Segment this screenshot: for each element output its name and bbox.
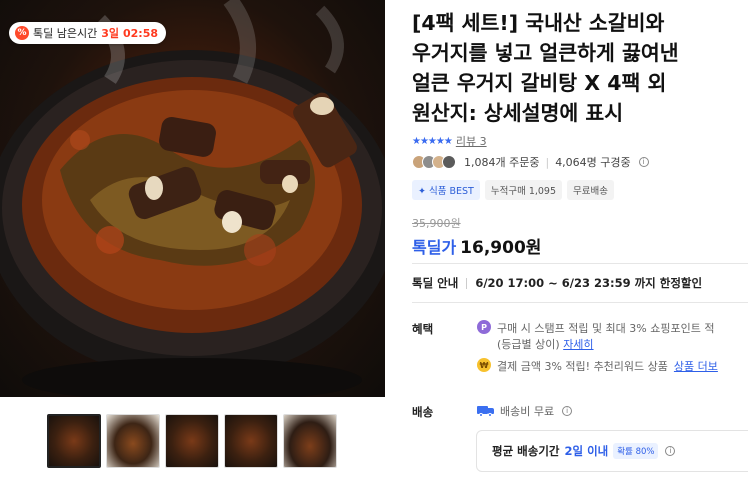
product-title-line: 우거지를 넣고 얼큰하게 끓여낸	[412, 41, 679, 65]
star-rating-icon: ★★★★★	[412, 135, 453, 147]
won-icon: ₩	[477, 358, 491, 372]
deal-timer-label: 톡딜 남은시간	[33, 27, 98, 40]
avg-delivery-value: 2일 이내	[564, 444, 609, 458]
divider	[412, 302, 748, 303]
buyer-avatars	[412, 155, 456, 169]
divider	[466, 277, 468, 289]
divider	[412, 263, 748, 264]
sale-price: 16,900원	[460, 238, 542, 258]
main-product-image: % 톡딜 남은시간 3일 02:58	[0, 0, 385, 397]
thumbnail-5[interactable]	[283, 414, 337, 468]
divider: |	[545, 155, 550, 169]
benefit-line: 결제 금액 3% 적립! 추천리워드 상품	[497, 360, 668, 373]
delivery-probability-badge: 확률 80%	[613, 443, 659, 459]
stats-row: 1,084개 주문중 | 4,064명 구경중 i	[412, 154, 649, 170]
thumbnail-2[interactable]	[106, 414, 160, 468]
tag-free-shipping: 무료배송	[567, 180, 614, 200]
thumbnail-4[interactable]	[224, 414, 278, 468]
deal-timer-days: 3일	[101, 27, 119, 40]
tag-label: 식품 BEST	[428, 186, 474, 197]
benefit-line: (등급별 상이)	[497, 338, 560, 351]
more-products-link[interactable]: 상품 더보	[674, 358, 718, 374]
info-icon[interactable]: i	[638, 157, 649, 167]
product-title-line: 얼큰 우거지 갈비탕 X 4팩 외	[412, 71, 667, 95]
details-link[interactable]: 자세히	[563, 338, 593, 351]
avg-delivery-label: 평균 배송기간	[492, 444, 560, 458]
shipping-label: 배송	[412, 405, 434, 419]
order-count: 1,084개 주문중	[464, 156, 540, 169]
tags-row: ✦ 식품 BEST 누적구매 1,095 무료배송	[412, 180, 614, 200]
product-title: [4팩 세트!] 국내산 소갈비와 우거지를 넣고 얼큰하게 끓여낸 얼큰 우거…	[412, 8, 748, 128]
percent-icon: %	[15, 26, 29, 40]
review-link[interactable]: 리뷰 3	[456, 133, 487, 149]
benefit-line: 구매 시 스탬프 적립 및 최대 3% 쇼핑포인트 적	[497, 322, 715, 335]
info-icon[interactable]: i	[665, 446, 676, 456]
delivery-estimate-box: 평균 배송기간 2일 이내 확률 80% i	[476, 430, 748, 472]
deal-info-label: 톡딜 안내	[412, 276, 459, 290]
viewer-count: 4,064명 구경중	[555, 156, 631, 169]
price-label: 톡딜가	[412, 238, 457, 257]
price-row: 톡딜가 16,900원	[412, 233, 541, 258]
tag-food-best[interactable]: ✦ 식품 BEST	[412, 180, 480, 200]
sparkle-icon: ✦	[418, 186, 429, 197]
product-title-line: [4팩 세트!] 국내산 소갈비와	[412, 11, 665, 35]
original-price: 35,900원	[412, 217, 461, 230]
benefit-reward: ₩ 결제 금액 3% 적립! 추천리워드 상품 상품 더보	[477, 358, 718, 374]
deal-info-row: 톡딜 안내 6/20 17:00 ~ 6/23 23:59 까지 한정할인	[412, 275, 702, 291]
benefit-text: 구매 시 스탬프 적립 및 최대 3% 쇼핑포인트 적 (등급별 상이) 자세히	[497, 320, 714, 352]
thumbnail-1[interactable]	[47, 414, 101, 468]
benefits-label: 혜택	[412, 322, 434, 336]
tag-cumulative-purchases: 누적구매 1,095	[484, 180, 563, 200]
deal-timer-time: 02:58	[123, 26, 159, 40]
shipping-fee-row: 배송비 무료 i	[477, 403, 573, 419]
deal-period: 6/20 17:00 ~ 6/23 23:59 까지 한정할인	[475, 276, 703, 290]
truck-icon	[477, 405, 494, 417]
thumbnail-strip	[47, 414, 337, 468]
rating-row: ★★★★★ 리뷰 3	[412, 133, 487, 149]
deal-timer-badge: % 톡딜 남은시간 3일 02:58	[9, 22, 167, 44]
product-title-line: 원산지: 상세설명에 표시	[412, 101, 624, 125]
shipping-fee: 배송비 무료	[500, 405, 555, 418]
point-icon: P	[477, 320, 491, 334]
avatar	[442, 155, 456, 169]
thumbnail-3[interactable]	[165, 414, 219, 468]
info-icon[interactable]: i	[562, 406, 573, 416]
benefit-stamp: P 구매 시 스탬프 적립 및 최대 3% 쇼핑포인트 적 (등급별 상이) 자…	[477, 320, 714, 352]
